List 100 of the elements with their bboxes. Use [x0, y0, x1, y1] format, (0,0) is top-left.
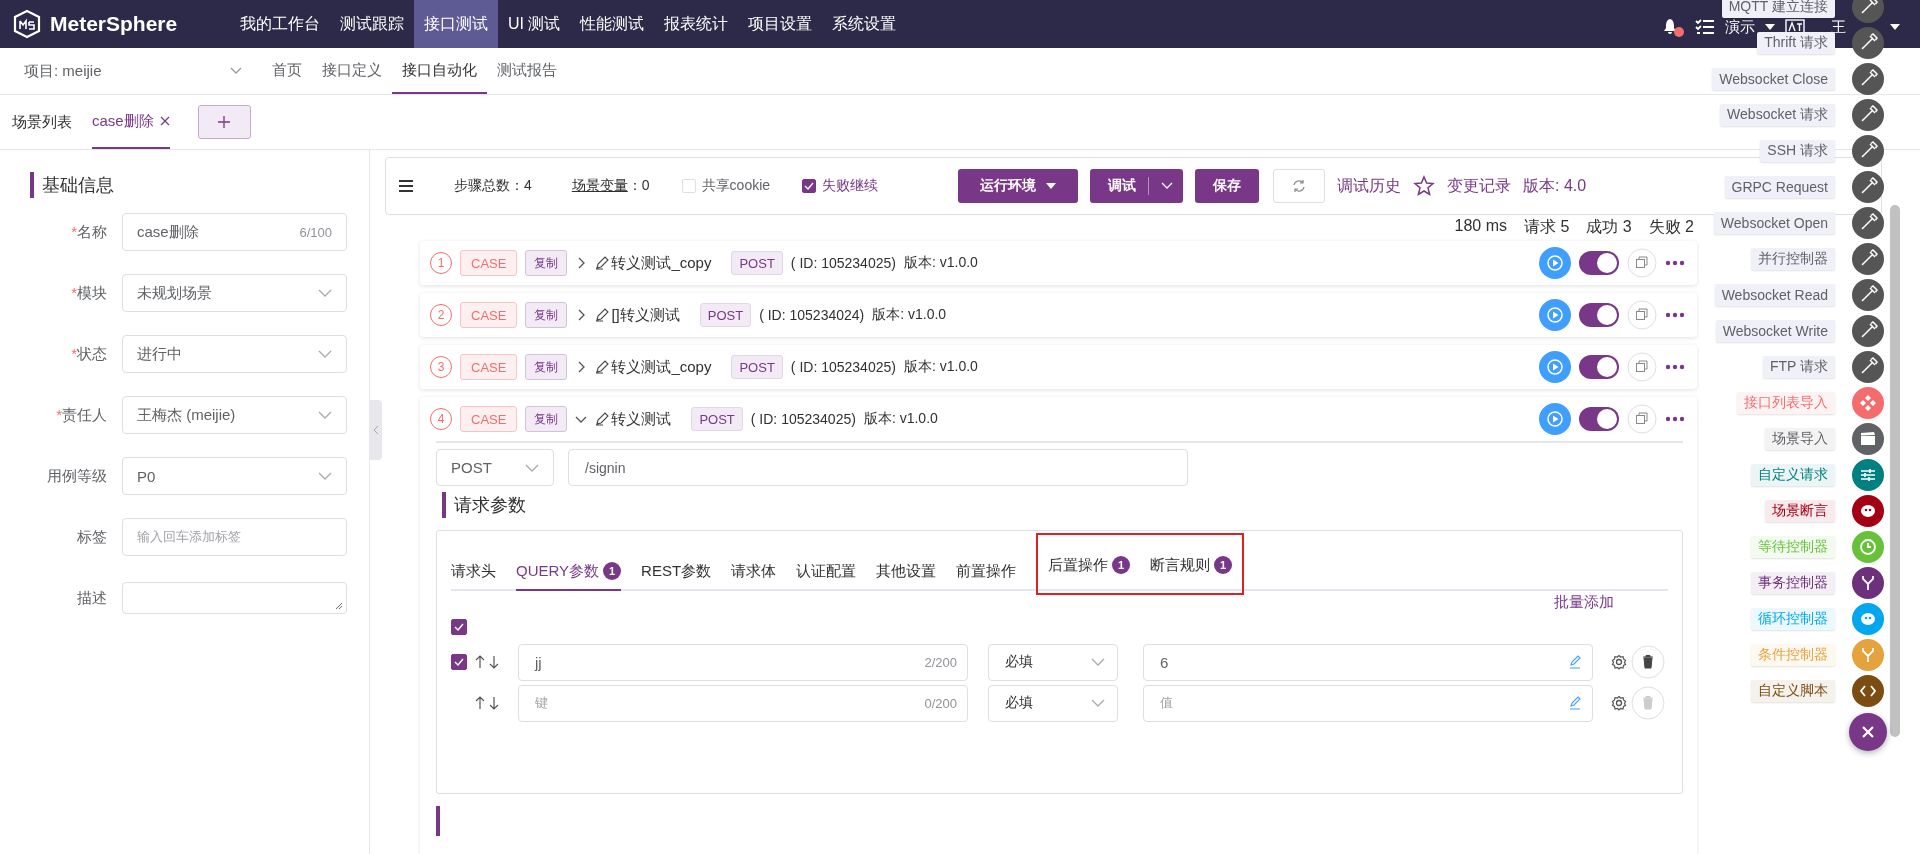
- more-icon[interactable]: [1665, 260, 1685, 266]
- add-step-label[interactable]: FTP 请求: [1762, 356, 1835, 378]
- row-checkbox[interactable]: [451, 654, 467, 670]
- add-step-label[interactable]: Websocket Write: [1715, 320, 1835, 342]
- add-step-label[interactable]: 场景断言: [1765, 500, 1835, 522]
- copy-icon[interactable]: [1627, 248, 1657, 278]
- select-field[interactable]: 王梅杰 (meijie): [122, 396, 347, 434]
- dropper-icon[interactable]: [1852, 207, 1884, 239]
- scenario-list-tab[interactable]: 场景列表: [12, 112, 72, 132]
- nav-tab[interactable]: 我的工作台: [230, 0, 330, 48]
- sub-nav-tab[interactable]: 测试报告: [487, 48, 567, 94]
- sub-nav-tab[interactable]: 接口定义: [312, 48, 392, 94]
- pencil-icon[interactable]: [595, 412, 610, 426]
- check-icon[interactable]: [454, 623, 464, 631]
- add-step-label[interactable]: 并行控制器: [1751, 248, 1835, 270]
- debug-history-link[interactable]: 调试历史: [1337, 175, 1402, 197]
- more-icon[interactable]: [1665, 312, 1685, 318]
- text-field[interactable]: case删除 6/100: [122, 213, 347, 251]
- request-tab[interactable]: 后置操作 1: [1048, 547, 1131, 585]
- sub-nav-tab[interactable]: 首页: [262, 48, 312, 94]
- request-tab[interactable]: 请求体: [731, 553, 777, 591]
- gear-icon[interactable]: [1611, 654, 1627, 670]
- sliders-icon[interactable]: [1852, 459, 1884, 491]
- request-tab[interactable]: 请求头: [451, 553, 496, 591]
- key-field[interactable]: jj 2/200: [518, 643, 968, 681]
- add-step-label[interactable]: 事务控制器: [1751, 572, 1835, 594]
- clapperboard-icon[interactable]: [1852, 423, 1884, 455]
- run-button-icon[interactable]: [1539, 403, 1571, 435]
- debug-button[interactable]: 调试: [1090, 169, 1184, 203]
- more-icon[interactable]: [1665, 416, 1685, 422]
- copy-icon[interactable]: [1627, 404, 1657, 434]
- nav-tab[interactable]: 系统设置: [822, 0, 907, 48]
- add-tab-button[interactable]: [197, 105, 251, 139]
- request-tab[interactable]: REST参数: [641, 553, 712, 591]
- sub-nav-tab[interactable]: 接口自动化: [392, 48, 487, 94]
- add-step-label[interactable]: Websocket Close: [1712, 68, 1835, 90]
- description-field[interactable]: [122, 582, 347, 614]
- url-field[interactable]: /signin: [568, 449, 1188, 486]
- more-icon[interactable]: [1665, 364, 1685, 370]
- request-tab[interactable]: 认证配置: [796, 553, 857, 591]
- nav-tab[interactable]: 接口测试: [414, 0, 498, 48]
- caret-icon[interactable]: [1765, 24, 1775, 30]
- pencil-icon[interactable]: [595, 308, 610, 322]
- resize-grip-icon[interactable]: [335, 602, 343, 610]
- workspace-dropdown[interactable]: 演示: [1725, 17, 1755, 37]
- dropper-icon[interactable]: [1852, 171, 1884, 203]
- add-step-label[interactable]: Websocket 请求: [1720, 104, 1835, 126]
- nav-tab[interactable]: 项目设置: [738, 0, 823, 48]
- caret-icon[interactable]: [1890, 24, 1900, 30]
- caret-icon[interactable]: [1046, 183, 1057, 189]
- dropper-icon[interactable]: [1852, 27, 1884, 59]
- collapse-handle[interactable]: [370, 400, 382, 460]
- dropper-icon[interactable]: [1852, 63, 1884, 95]
- request-tab[interactable]: QUERY参数 1: [516, 553, 622, 591]
- enable-toggle[interactable]: [1579, 355, 1619, 379]
- checkbox-label[interactable]: 共享cookie: [701, 177, 771, 195]
- select-field[interactable]: 进行中: [122, 335, 347, 373]
- close-menu-button[interactable]: [1849, 713, 1887, 751]
- required-select[interactable]: 必填: [988, 643, 1118, 681]
- enable-toggle[interactable]: [1579, 303, 1619, 327]
- enable-toggle[interactable]: [1579, 251, 1619, 275]
- add-step-label[interactable]: Websocket Open: [1713, 212, 1835, 234]
- run-button-icon[interactable]: [1539, 351, 1571, 383]
- nav-tab[interactable]: UI 测试: [498, 0, 571, 48]
- required-select[interactable]: 必填: [988, 684, 1118, 722]
- copy-icon[interactable]: [1627, 352, 1657, 382]
- close-icon[interactable]: [159, 116, 170, 126]
- change-log-link[interactable]: 变更记录: [1447, 175, 1512, 197]
- add-step-label[interactable]: 自定义请求: [1751, 464, 1835, 486]
- nav-tab[interactable]: 性能测试: [570, 0, 655, 48]
- dropper-icon[interactable]: [1852, 351, 1884, 383]
- project-select[interactable]: 项目: meijie: [24, 48, 242, 94]
- checkbox-label[interactable]: 失败继续: [822, 177, 879, 195]
- dropper-icon[interactable]: [1852, 135, 1884, 167]
- environment-button[interactable]: 运行环境: [958, 169, 1079, 203]
- dropper-icon[interactable]: [1852, 0, 1884, 23]
- run-button-icon[interactable]: [1539, 299, 1571, 331]
- bell-icon[interactable]: [1661, 16, 1685, 38]
- nav-tab[interactable]: 测试跟踪: [330, 0, 414, 48]
- gear-icon[interactable]: [1611, 695, 1627, 711]
- pencil-icon[interactable]: [595, 360, 610, 374]
- value-field[interactable]: 6: [1143, 643, 1593, 681]
- fork-icon[interactable]: [1852, 567, 1884, 599]
- blob-icon[interactable]: [1852, 495, 1884, 527]
- dropper-icon[interactable]: [1852, 243, 1884, 275]
- add-step-label[interactable]: GRPC Request: [1724, 176, 1835, 198]
- request-tab[interactable]: 前置操作: [956, 553, 1017, 591]
- pencil-icon[interactable]: [595, 256, 610, 270]
- select-field[interactable]: P0: [122, 457, 347, 495]
- add-step-label[interactable]: Thrift 请求: [1757, 32, 1835, 54]
- add-step-label[interactable]: 自定义脚本: [1751, 680, 1835, 702]
- reorder-icon[interactable]: [475, 696, 501, 710]
- request-tab[interactable]: 其他设置: [876, 553, 937, 591]
- plus-icon[interactable]: [217, 115, 232, 129]
- refresh-icon[interactable]: [1292, 179, 1307, 193]
- list-icon[interactable]: [1695, 18, 1715, 36]
- scenario-tab[interactable]: case删除: [92, 95, 170, 149]
- request-tab[interactable]: 断言规则 1: [1150, 547, 1233, 585]
- run-button-icon[interactable]: [1539, 247, 1571, 279]
- method-select[interactable]: POST: [436, 449, 554, 486]
